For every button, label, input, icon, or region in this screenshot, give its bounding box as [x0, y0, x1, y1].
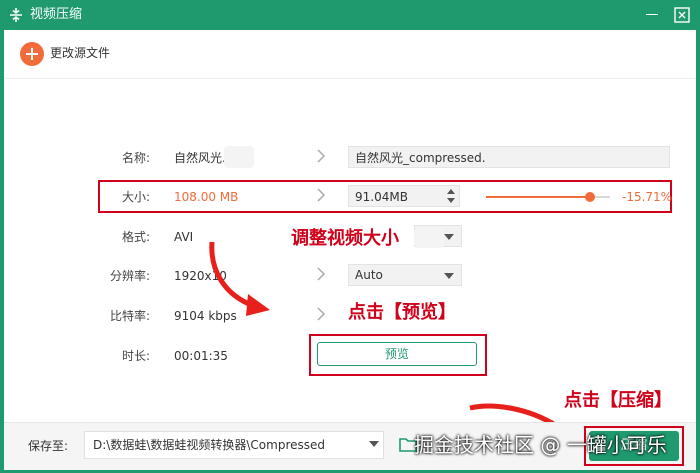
- source-name: 自然风光.: [174, 151, 226, 165]
- toolbar: 更改源文件: [4, 30, 696, 79]
- plus-circle-icon[interactable]: [20, 42, 44, 66]
- compress-icon: [10, 8, 22, 22]
- annotation-click-preview: 点击【预览】: [348, 302, 456, 323]
- source-duration: 00:01:35: [174, 349, 228, 363]
- output-name-field[interactable]: 自然风光_compressed.: [348, 146, 670, 168]
- source-bitrate: 9104 kbps: [174, 309, 237, 323]
- chevron-down-icon[interactable]: [369, 441, 379, 447]
- size-label: 大小:: [121, 190, 150, 204]
- chevron-right-icon: [317, 188, 326, 202]
- chevron-down-icon: [444, 234, 454, 240]
- app-window: 视频压缩 更改源文件 名称: 自然风光. 自然风光_compressed. 大小…: [0, 0, 700, 473]
- watermark: 掘金技术社区 @ 一罐小可乐: [414, 433, 667, 457]
- size-percent: -15.71%: [622, 190, 673, 204]
- resolution-select-value: Auto: [355, 268, 383, 282]
- save-path-value: D:\数据蛙\数据蛙视频转换器\Compressed: [93, 438, 325, 452]
- format-label: 格式:: [121, 230, 150, 244]
- chevron-right-icon: [317, 307, 326, 321]
- window-title: 视频压缩: [30, 7, 83, 22]
- bitrate-label: 比特率:: [109, 309, 150, 323]
- minimize-icon[interactable]: [646, 14, 658, 15]
- change-source-button[interactable]: 更改源文件: [50, 44, 110, 62]
- output-name-value: 自然风光_compressed.: [355, 151, 486, 165]
- size-slider-fill: [486, 196, 591, 198]
- save-path-select[interactable]: D:\数据蛙\数据蛙视频转换器\Compressed: [84, 431, 384, 459]
- chevron-right-icon: [317, 149, 326, 163]
- chevron-down-icon: [444, 273, 454, 279]
- size-stepper[interactable]: [444, 185, 458, 207]
- source-size: 108.00 MB: [174, 190, 239, 204]
- target-size-value: 91.04MB: [355, 190, 408, 204]
- redacted-region: [414, 228, 444, 248]
- duration-label: 时长:: [121, 349, 150, 363]
- resolution-select[interactable]: Auto: [348, 264, 462, 286]
- preview-button[interactable]: 预览: [317, 342, 477, 366]
- source-format: AVI: [174, 230, 194, 244]
- close-icon[interactable]: [673, 6, 691, 24]
- title-bar: 视频压缩: [0, 0, 700, 30]
- name-label: 名称:: [121, 151, 150, 165]
- resolution-label: 分辨率:: [109, 269, 150, 283]
- save-to-label: 保存至:: [28, 439, 69, 453]
- annotation-adjust-size: 调整视频大小: [291, 228, 399, 249]
- redacted-region: [224, 146, 254, 168]
- main-panel: 更改源文件 名称: 自然风光. 自然风光_compressed. 大小: 108…: [4, 30, 696, 470]
- chevron-right-icon: [317, 267, 326, 281]
